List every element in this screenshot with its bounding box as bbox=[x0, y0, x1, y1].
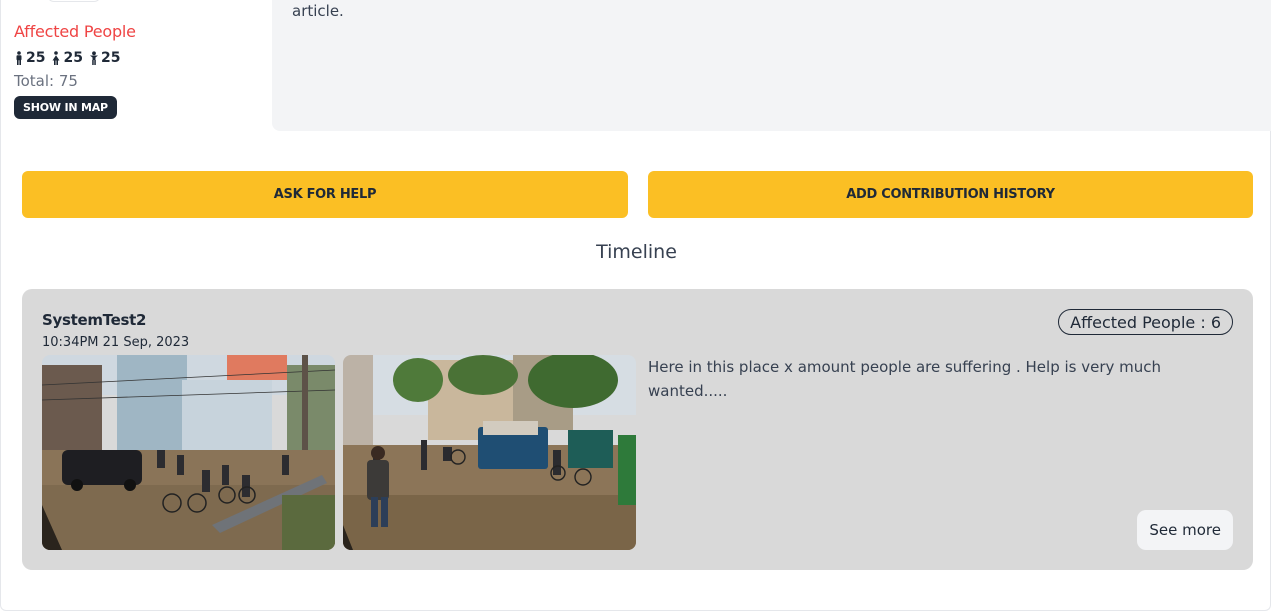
female-count: 25 bbox=[51, 50, 83, 66]
entry-timestamp: 10:34PM 21 Sep, 2023 bbox=[42, 335, 190, 350]
article-text: article. bbox=[292, 2, 344, 20]
total-affected: Total: 75 bbox=[14, 72, 78, 90]
man-icon bbox=[16, 51, 22, 65]
entry-photo-1[interactable] bbox=[42, 355, 335, 550]
see-more-button[interactable]: See more bbox=[1137, 510, 1233, 550]
entry-description: Here in this place x amount people are s… bbox=[648, 358, 1162, 400]
entry-username: SystemTest2 bbox=[42, 311, 147, 329]
male-count: 25 bbox=[14, 50, 45, 66]
show-in-map-button[interactable]: SHOW IN MAP bbox=[14, 96, 117, 119]
flood-street-photo bbox=[343, 355, 636, 550]
entry-photo-2[interactable] bbox=[343, 355, 636, 550]
affected-people-title: Affected People bbox=[14, 22, 136, 41]
affected-people-badge: Affected People : 6 bbox=[1058, 309, 1233, 335]
timeline-heading: Timeline bbox=[596, 241, 677, 263]
timeline-entry: SystemTest2 10:34PM 21 Sep, 2023 Affecte… bbox=[22, 289, 1253, 570]
male-count-value: 25 bbox=[26, 50, 46, 66]
article-panel: article. bbox=[272, 0, 1271, 131]
affected-counts: 25 25 25 bbox=[14, 50, 126, 66]
woman-icon bbox=[52, 51, 60, 65]
add-contribution-history-button[interactable]: ADD CONTRIBUTION HISTORY bbox=[648, 171, 1253, 218]
child-count-value: 25 bbox=[100, 50, 121, 66]
collapsed-tag bbox=[47, 0, 101, 2]
child-count: 25 bbox=[89, 50, 120, 66]
ask-for-help-button[interactable]: ASK FOR HELP bbox=[22, 171, 628, 218]
child-icon bbox=[89, 51, 98, 65]
flood-street-photo bbox=[42, 355, 335, 550]
event-detail-card: Affected People 25 25 25 Total: 75 SHOW … bbox=[0, 0, 1271, 611]
female-count-value: 25 bbox=[63, 50, 83, 66]
